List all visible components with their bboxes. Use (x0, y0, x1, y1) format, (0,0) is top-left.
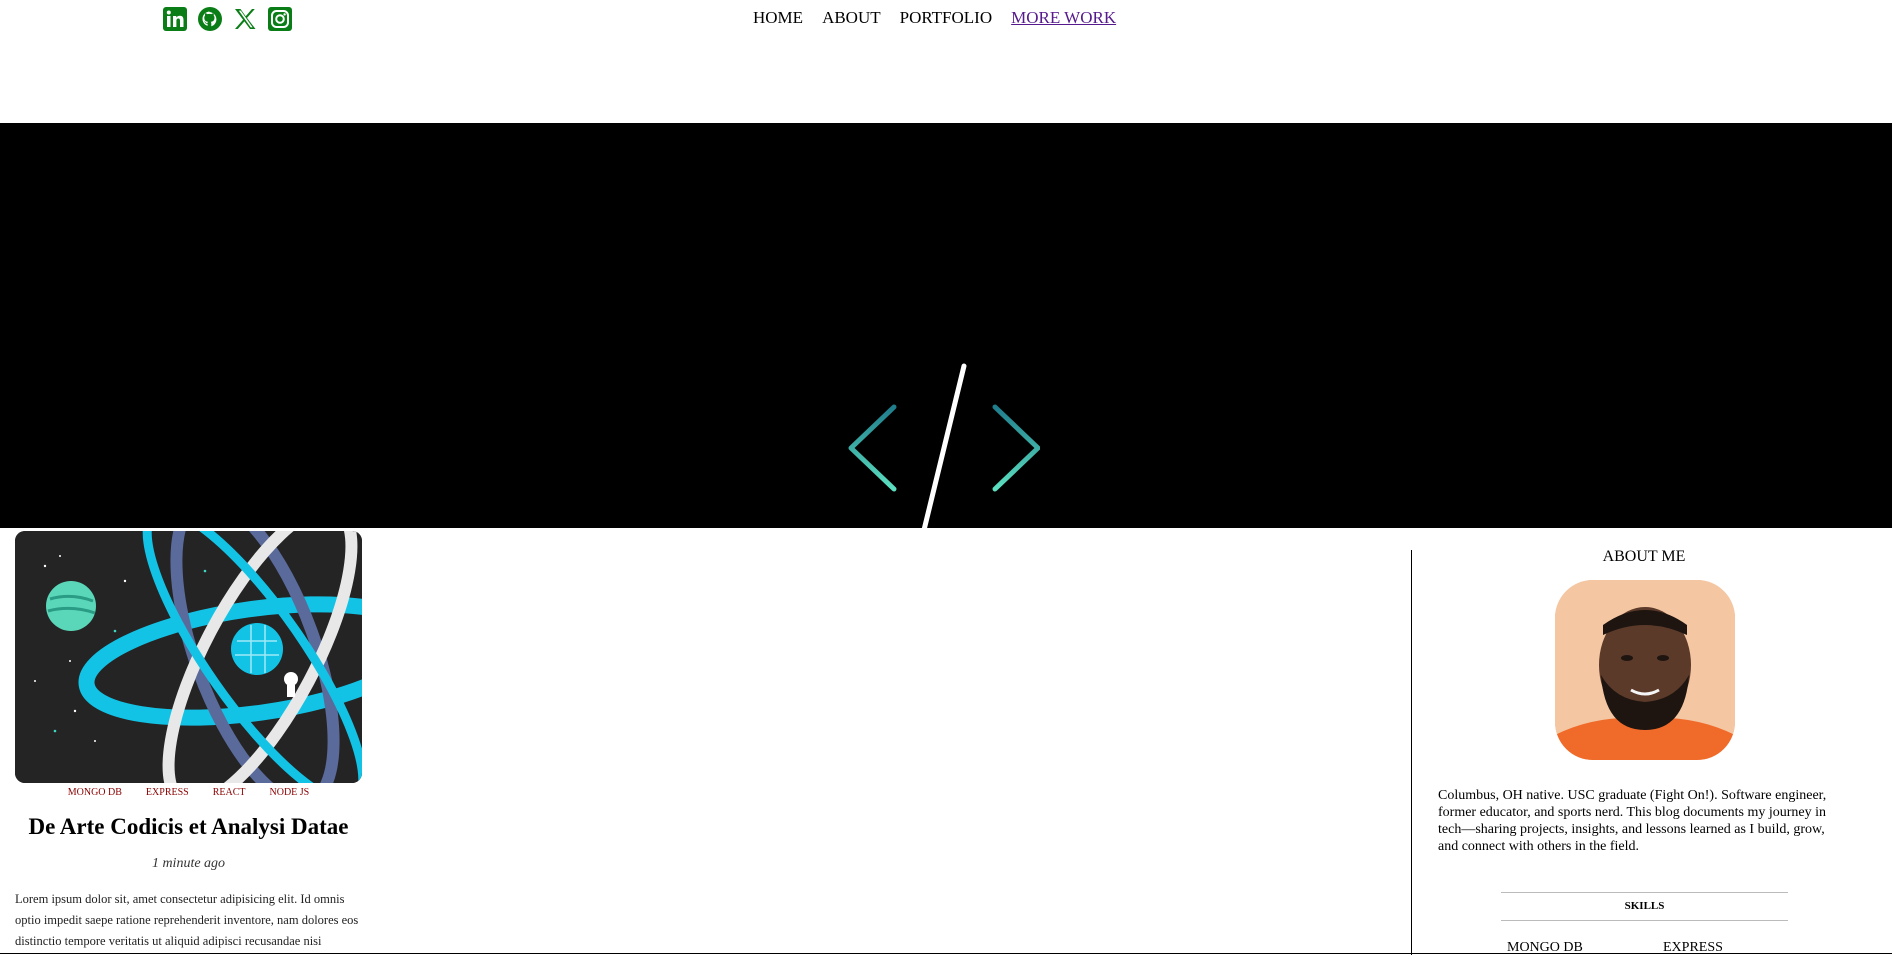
instagram-icon[interactable] (267, 6, 293, 32)
bio-text: Columbus, OH native. USC graduate (Fight… (1438, 788, 1827, 854)
skills-header: SKILLS (1501, 892, 1788, 921)
sidebar-divider (1411, 550, 1412, 955)
profile-photo (1555, 580, 1735, 760)
x-icon[interactable] (232, 6, 258, 32)
nav-more-work-link[interactable]: MORE WORK (1011, 8, 1116, 28)
tag-express[interactable]: EXPRESS (146, 787, 189, 798)
tag-mongo-db[interactable]: MONGO DB (68, 787, 122, 798)
post-excerpt: Lorem ipsum dolor sit, amet consectetur … (15, 892, 359, 948)
skills-heading: SKILLS (1624, 900, 1665, 912)
tag-node-js[interactable]: NODE JS (270, 787, 310, 798)
post-tags: MONGO DB EXPRESS REACT NODE JS (15, 787, 362, 798)
linkedin-icon[interactable] (162, 6, 188, 32)
bottom-divider (0, 953, 1892, 954)
nav-home-link[interactable]: HOME (753, 8, 803, 28)
code-slash-icon (848, 363, 1040, 533)
nav-portfolio-link[interactable]: PORTFOLIO (900, 8, 993, 28)
avatar (1555, 580, 1735, 760)
nav-about-link[interactable]: ABOUT (822, 8, 881, 28)
about-me-heading: ABOUT ME (1602, 548, 1686, 565)
hero-banner (0, 123, 1892, 533)
social-links (162, 6, 293, 32)
skill-express: EXPRESS (1663, 940, 1723, 955)
main-nav: HOME ABOUT PORTFOLIO MORE WORK (753, 8, 1116, 28)
post-title[interactable]: De Arte Codicis et Analysi Datae (15, 814, 362, 840)
tag-react[interactable]: REACT (213, 787, 246, 798)
post-timestamp: 1 minute ago (151, 856, 226, 871)
github-icon[interactable] (197, 6, 223, 32)
post-image[interactable] (15, 531, 362, 783)
skill-mongo-db: MONGO DB (1507, 940, 1583, 955)
atom-illustration (15, 531, 362, 783)
